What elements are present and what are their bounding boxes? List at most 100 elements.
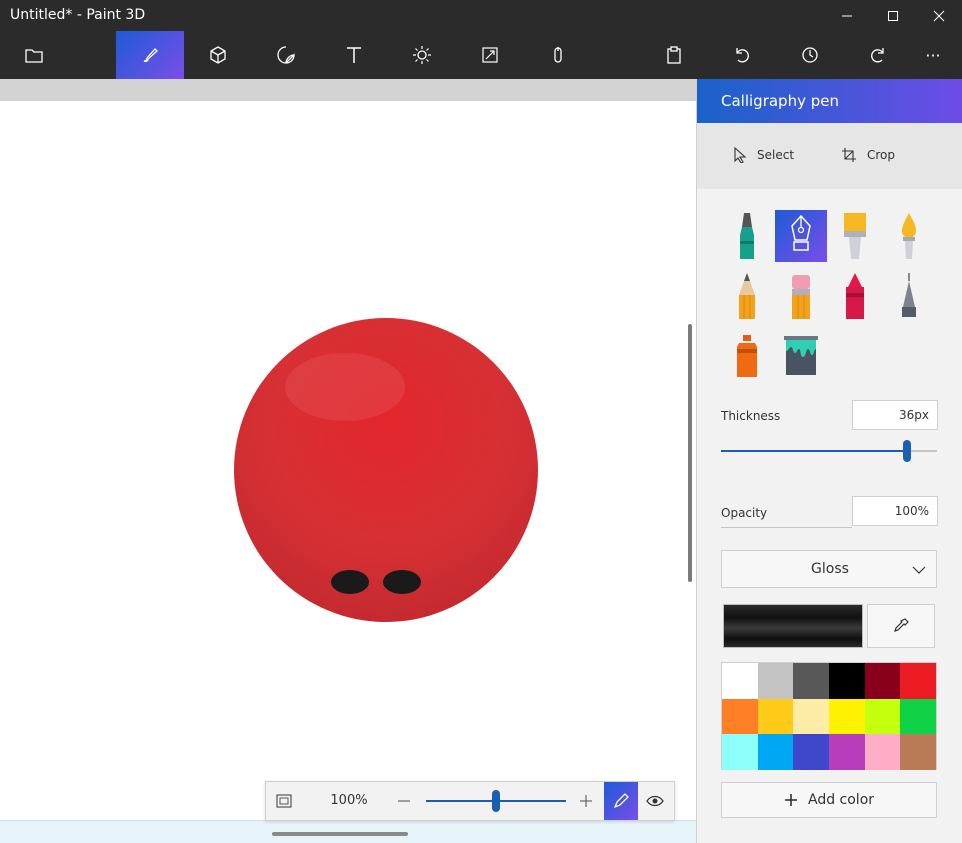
canvas-tab[interactable] [456, 31, 524, 79]
color-swatch[interactable] [757, 698, 794, 735]
3d-shapes-tab[interactable] [184, 31, 252, 79]
undo-icon [736, 48, 749, 63]
eyedropper-button[interactable] [867, 604, 935, 648]
plus-icon [784, 794, 797, 806]
brushes-tab[interactable] [116, 31, 184, 79]
text-icon [347, 47, 361, 63]
thickness-label: Thickness [721, 409, 781, 423]
brush-watercolor[interactable] [883, 210, 935, 262]
remix-3d-tab[interactable] [524, 31, 592, 79]
close-icon [933, 10, 945, 21]
opacity-divider [721, 527, 852, 528]
color-swatch[interactable] [900, 663, 936, 699]
undo-button[interactable] [708, 31, 776, 79]
color-swatch[interactable] [900, 734, 936, 770]
horizontal-scrollbar[interactable] [272, 832, 408, 836]
color-swatch[interactable] [864, 663, 901, 699]
minimize-icon [842, 15, 852, 16]
cursor-icon [734, 147, 747, 163]
fit-screen-icon [276, 794, 292, 808]
zoom-out-button[interactable] [394, 791, 414, 811]
brush-fill[interactable] [775, 330, 827, 382]
resize-icon [482, 47, 498, 63]
opacity-input[interactable]: 100% [852, 496, 938, 526]
chevron-down-icon [912, 566, 926, 574]
color-swatch[interactable] [864, 698, 901, 735]
select-button[interactable]: Select [733, 147, 794, 163]
brush-crayon[interactable] [829, 270, 881, 322]
more-button[interactable]: ··· [904, 31, 962, 79]
redo-button[interactable] [844, 31, 912, 79]
main-toolbar: ··· [0, 31, 962, 79]
select-crop-bar: Select Crop [697, 123, 962, 189]
pencil-brush-icon [739, 273, 755, 319]
oil-brush-icon [844, 213, 866, 259]
crop-icon [842, 148, 856, 162]
brush-spray-can[interactable] [721, 330, 773, 382]
brush-eraser[interactable] [775, 270, 827, 322]
eyedropper-icon [894, 618, 909, 632]
spray-can-icon [737, 335, 757, 377]
canvas-drawing[interactable] [0, 79, 696, 843]
marker-icon [740, 213, 754, 259]
brush-pencil[interactable] [721, 270, 773, 322]
finish-dropdown[interactable]: Gloss [721, 550, 937, 588]
plus-icon [580, 795, 592, 807]
ball-hole-right [383, 570, 421, 594]
calligraphy-pen-icon [791, 214, 811, 251]
brush-panel: Calligraphy pen Select Crop Thickness 36… [696, 79, 962, 843]
brush-calligraphy-pen[interactable] [775, 210, 827, 262]
color-swatch[interactable] [793, 663, 829, 699]
minimize-button[interactable] [824, 0, 870, 31]
folder-icon [25, 49, 43, 63]
crop-button[interactable]: Crop [841, 147, 895, 163]
color-swatch[interactable] [722, 663, 758, 699]
thickness-slider-fill [721, 450, 907, 452]
color-swatch[interactable] [829, 698, 865, 735]
zoom-percent: 100% [330, 793, 368, 808]
color-swatch[interactable] [793, 698, 829, 735]
brush-marker[interactable] [721, 210, 773, 262]
effects-tab[interactable] [388, 31, 456, 79]
maximize-icon [888, 10, 898, 21]
color-swatch[interactable] [900, 698, 936, 735]
zoom-slider-thumb[interactable] [492, 790, 500, 812]
close-button[interactable] [916, 0, 962, 31]
eraser-icon [792, 275, 810, 319]
ball-hole-left [331, 570, 369, 594]
brush-pixel-pen[interactable] [883, 270, 935, 322]
color-swatch[interactable] [722, 698, 758, 735]
current-color-swatch[interactable] [723, 604, 863, 648]
history-button[interactable] [776, 31, 844, 79]
canvas-area[interactable] [0, 79, 696, 843]
add-color-label: Add color [807, 792, 875, 808]
brush-oil[interactable] [829, 210, 881, 262]
zoom-in-button[interactable] [576, 791, 596, 811]
view-3d-button[interactable] [638, 782, 672, 820]
thickness-slider-thumb[interactable] [902, 440, 911, 462]
color-swatch[interactable] [793, 734, 829, 770]
fit-view-button[interactable] [274, 791, 294, 811]
draw-mode-button[interactable] [604, 782, 638, 820]
maximize-button[interactable] [870, 0, 916, 31]
thickness-input[interactable]: 36px [852, 400, 938, 430]
stickers-tab[interactable] [252, 31, 320, 79]
color-swatch[interactable] [829, 734, 865, 770]
clipboard-icon [667, 46, 681, 64]
crayon-icon [846, 273, 864, 319]
color-swatch[interactable] [757, 663, 794, 699]
color-swatch[interactable] [864, 734, 901, 770]
finish-value: Gloss [811, 561, 849, 577]
color-swatch[interactable] [722, 734, 758, 770]
text-tab[interactable] [320, 31, 388, 79]
pencil-icon [613, 793, 629, 809]
history-icon [802, 47, 818, 63]
color-swatch[interactable] [829, 663, 865, 699]
brush-icon [143, 48, 158, 63]
vertical-scrollbar[interactable] [688, 324, 692, 582]
menu-button[interactable] [0, 31, 68, 79]
color-swatch[interactable] [757, 734, 794, 770]
paste-button[interactable] [640, 31, 708, 79]
panel-title: Calligraphy pen [721, 92, 839, 110]
add-color-button[interactable]: Add color [721, 782, 937, 818]
